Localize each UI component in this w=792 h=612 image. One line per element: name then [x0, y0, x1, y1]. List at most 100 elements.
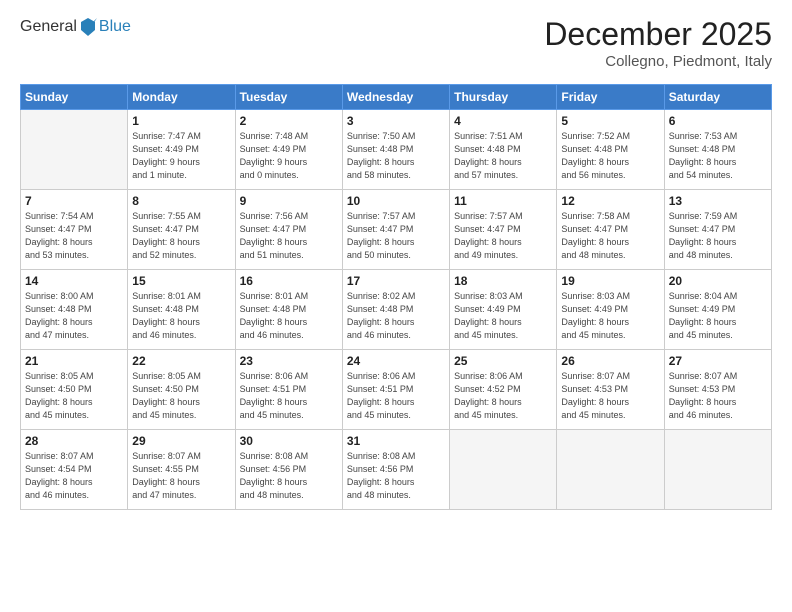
day-number: 6 [669, 114, 767, 128]
week-row-4: 28Sunrise: 8:07 AM Sunset: 4:54 PM Dayli… [21, 430, 772, 510]
calendar-header-row: Sunday Monday Tuesday Wednesday Thursday… [21, 85, 772, 110]
col-monday: Monday [128, 85, 235, 110]
calendar-cell: 28Sunrise: 8:07 AM Sunset: 4:54 PM Dayli… [21, 430, 128, 510]
logo-blue-text: Blue [99, 18, 131, 36]
day-info: Sunrise: 8:01 AM Sunset: 4:48 PM Dayligh… [240, 290, 338, 342]
calendar-cell: 29 Sunrise: 8:07 AM Sunset: 4:55 PM Dayli… [128, 430, 235, 510]
day-info: Sunrise: 7:47 AM Sunset: 4:49 PM Dayligh… [132, 130, 230, 182]
col-thursday: Thursday [450, 85, 557, 110]
calendar-cell: 10 Sunrise: 7:57 AM Sunset: 4:47 PM Dayli… [342, 190, 449, 270]
calendar-cell: 31 Sunrise: 8:08 AM Sunset: 4:56 PM Dayli… [342, 430, 449, 510]
calendar-cell: 12 Sunrise: 7:58 AM Sunset: 4:47 PM Dayli… [557, 190, 664, 270]
week-row-1: 7 Sunrise: 7:54 AM Sunset: 4:47 PM Daylig… [21, 190, 772, 270]
day-number: 11 [454, 194, 552, 208]
day-number: 20 [669, 274, 767, 288]
col-tuesday: Tuesday [235, 85, 342, 110]
day-info: Sunrise: 8:08 AM Sunset: 4:56 PM Dayligh… [240, 450, 338, 502]
calendar-cell: 20 Sunrise: 8:04 AM Sunset: 4:49 PM Dayli… [664, 270, 771, 350]
day-number: 3 [347, 114, 445, 128]
col-wednesday: Wednesday [342, 85, 449, 110]
day-number: 31 [347, 434, 445, 448]
day-number: 15 [132, 274, 230, 288]
day-info: Sunrise: 7:51 AM Sunset: 4:48 PM Dayligh… [454, 130, 552, 182]
day-info: Sunrise: 7:59 AM Sunset: 4:47 PM Dayligh… [669, 210, 767, 262]
col-friday: Friday [557, 85, 664, 110]
day-number: 10 [347, 194, 445, 208]
day-info: Sunrise: 7:56 AM Sunset: 4:47 PM Dayligh… [240, 210, 338, 262]
calendar-cell: 2 Sunrise: 7:48 AM Sunset: 4:49 PM Daylig… [235, 110, 342, 190]
day-number: 17 [347, 274, 445, 288]
day-info: Sunrise: 7:57 AM Sunset: 4:47 PM Dayligh… [347, 210, 445, 262]
day-info: Sunrise: 8:08 AM Sunset: 4:56 PM Dayligh… [347, 450, 445, 502]
calendar-cell [664, 430, 771, 510]
day-number: 27 [669, 354, 767, 368]
calendar-cell: 7 Sunrise: 7:54 AM Sunset: 4:47 PM Daylig… [21, 190, 128, 270]
calendar-cell: 18Sunrise: 8:03 AM Sunset: 4:49 PM Dayli… [450, 270, 557, 350]
day-number: 16 [240, 274, 338, 288]
day-info: Sunrise: 8:07 AM Sunset: 4:53 PM Dayligh… [561, 370, 659, 422]
calendar-cell: 23Sunrise: 8:06 AM Sunset: 4:51 PM Dayli… [235, 350, 342, 430]
week-row-2: 14 Sunrise: 8:00 AM Sunset: 4:48 PM Dayli… [21, 270, 772, 350]
day-number: 25 [454, 354, 552, 368]
day-info: Sunrise: 7:57 AM Sunset: 4:47 PM Dayligh… [454, 210, 552, 262]
day-number: 13 [669, 194, 767, 208]
page-header: General Blue December 2025 Collegno, Pie… [20, 16, 772, 70]
calendar-cell: 21 Sunrise: 8:05 AM Sunset: 4:50 PM Dayli… [21, 350, 128, 430]
calendar-cell: 22 Sunrise: 8:05 AM Sunset: 4:50 PM Dayli… [128, 350, 235, 430]
day-number: 22 [132, 354, 230, 368]
day-number: 7 [25, 194, 123, 208]
day-info: Sunrise: 8:06 AM Sunset: 4:52 PM Dayligh… [454, 370, 552, 422]
calendar-cell: 19 Sunrise: 8:03 AM Sunset: 4:49 PM Dayli… [557, 270, 664, 350]
day-info: Sunrise: 8:05 AM Sunset: 4:50 PM Dayligh… [25, 370, 123, 422]
calendar-cell: 1Sunrise: 7:47 AM Sunset: 4:49 PM Daylig… [128, 110, 235, 190]
day-info: Sunrise: 8:00 AM Sunset: 4:48 PM Dayligh… [25, 290, 123, 342]
day-info: Sunrise: 8:07 AM Sunset: 4:53 PM Dayligh… [669, 370, 767, 422]
calendar-cell: 27 Sunrise: 8:07 AM Sunset: 4:53 PM Dayli… [664, 350, 771, 430]
day-number: 18 [454, 274, 552, 288]
day-number: 19 [561, 274, 659, 288]
day-number: 23 [240, 354, 338, 368]
logo-general-text: General [20, 18, 77, 36]
calendar-cell: 25 Sunrise: 8:06 AM Sunset: 4:52 PM Dayli… [450, 350, 557, 430]
day-info: Sunrise: 8:07 AM Sunset: 4:55 PM Dayligh… [132, 450, 230, 502]
calendar-cell: 9 Sunrise: 7:56 AM Sunset: 4:47 PM Daylig… [235, 190, 342, 270]
day-number: 14 [25, 274, 123, 288]
day-info: Sunrise: 8:04 AM Sunset: 4:49 PM Dayligh… [669, 290, 767, 342]
calendar-cell [450, 430, 557, 510]
calendar-cell: 17Sunrise: 8:02 AM Sunset: 4:48 PM Dayli… [342, 270, 449, 350]
calendar-cell [21, 110, 128, 190]
day-number: 9 [240, 194, 338, 208]
calendar-cell: 5Sunrise: 7:52 AM Sunset: 4:48 PM Daylig… [557, 110, 664, 190]
calendar-cell: 30 Sunrise: 8:08 AM Sunset: 4:56 PM Dayli… [235, 430, 342, 510]
day-number: 29 [132, 434, 230, 448]
calendar-cell: 16 Sunrise: 8:01 AM Sunset: 4:48 PM Dayli… [235, 270, 342, 350]
logo: General Blue [20, 16, 131, 38]
day-number: 21 [25, 354, 123, 368]
col-sunday: Sunday [21, 85, 128, 110]
calendar-cell: 13 Sunrise: 7:59 AM Sunset: 4:47 PM Dayli… [664, 190, 771, 270]
day-number: 4 [454, 114, 552, 128]
day-number: 2 [240, 114, 338, 128]
day-number: 28 [25, 434, 123, 448]
day-number: 30 [240, 434, 338, 448]
day-info: Sunrise: 7:54 AM Sunset: 4:47 PM Dayligh… [25, 210, 123, 262]
calendar-cell: 6 Sunrise: 7:53 AM Sunset: 4:48 PM Daylig… [664, 110, 771, 190]
day-info: Sunrise: 7:48 AM Sunset: 4:49 PM Dayligh… [240, 130, 338, 182]
calendar-cell [557, 430, 664, 510]
day-info: Sunrise: 7:52 AM Sunset: 4:48 PM Dayligh… [561, 130, 659, 182]
day-info: Sunrise: 7:58 AM Sunset: 4:47 PM Dayligh… [561, 210, 659, 262]
title-block: December 2025 Collegno, Piedmont, Italy [544, 16, 772, 70]
calendar-cell: 15Sunrise: 8:01 AM Sunset: 4:48 PM Dayli… [128, 270, 235, 350]
calendar-cell: 8Sunrise: 7:55 AM Sunset: 4:47 PM Daylig… [128, 190, 235, 270]
day-info: Sunrise: 7:53 AM Sunset: 4:48 PM Dayligh… [669, 130, 767, 182]
day-number: 12 [561, 194, 659, 208]
calendar-cell: 3Sunrise: 7:50 AM Sunset: 4:48 PM Daylig… [342, 110, 449, 190]
day-info: Sunrise: 8:05 AM Sunset: 4:50 PM Dayligh… [132, 370, 230, 422]
day-info: Sunrise: 7:55 AM Sunset: 4:47 PM Dayligh… [132, 210, 230, 262]
calendar-cell: 26Sunrise: 8:07 AM Sunset: 4:53 PM Dayli… [557, 350, 664, 430]
week-row-0: 1Sunrise: 7:47 AM Sunset: 4:49 PM Daylig… [21, 110, 772, 190]
calendar-cell: 11 Sunrise: 7:57 AM Sunset: 4:47 PM Dayli… [450, 190, 557, 270]
week-row-3: 21 Sunrise: 8:05 AM Sunset: 4:50 PM Dayli… [21, 350, 772, 430]
day-info: Sunrise: 8:03 AM Sunset: 4:49 PM Dayligh… [561, 290, 659, 342]
calendar-cell: 4 Sunrise: 7:51 AM Sunset: 4:48 PM Daylig… [450, 110, 557, 190]
